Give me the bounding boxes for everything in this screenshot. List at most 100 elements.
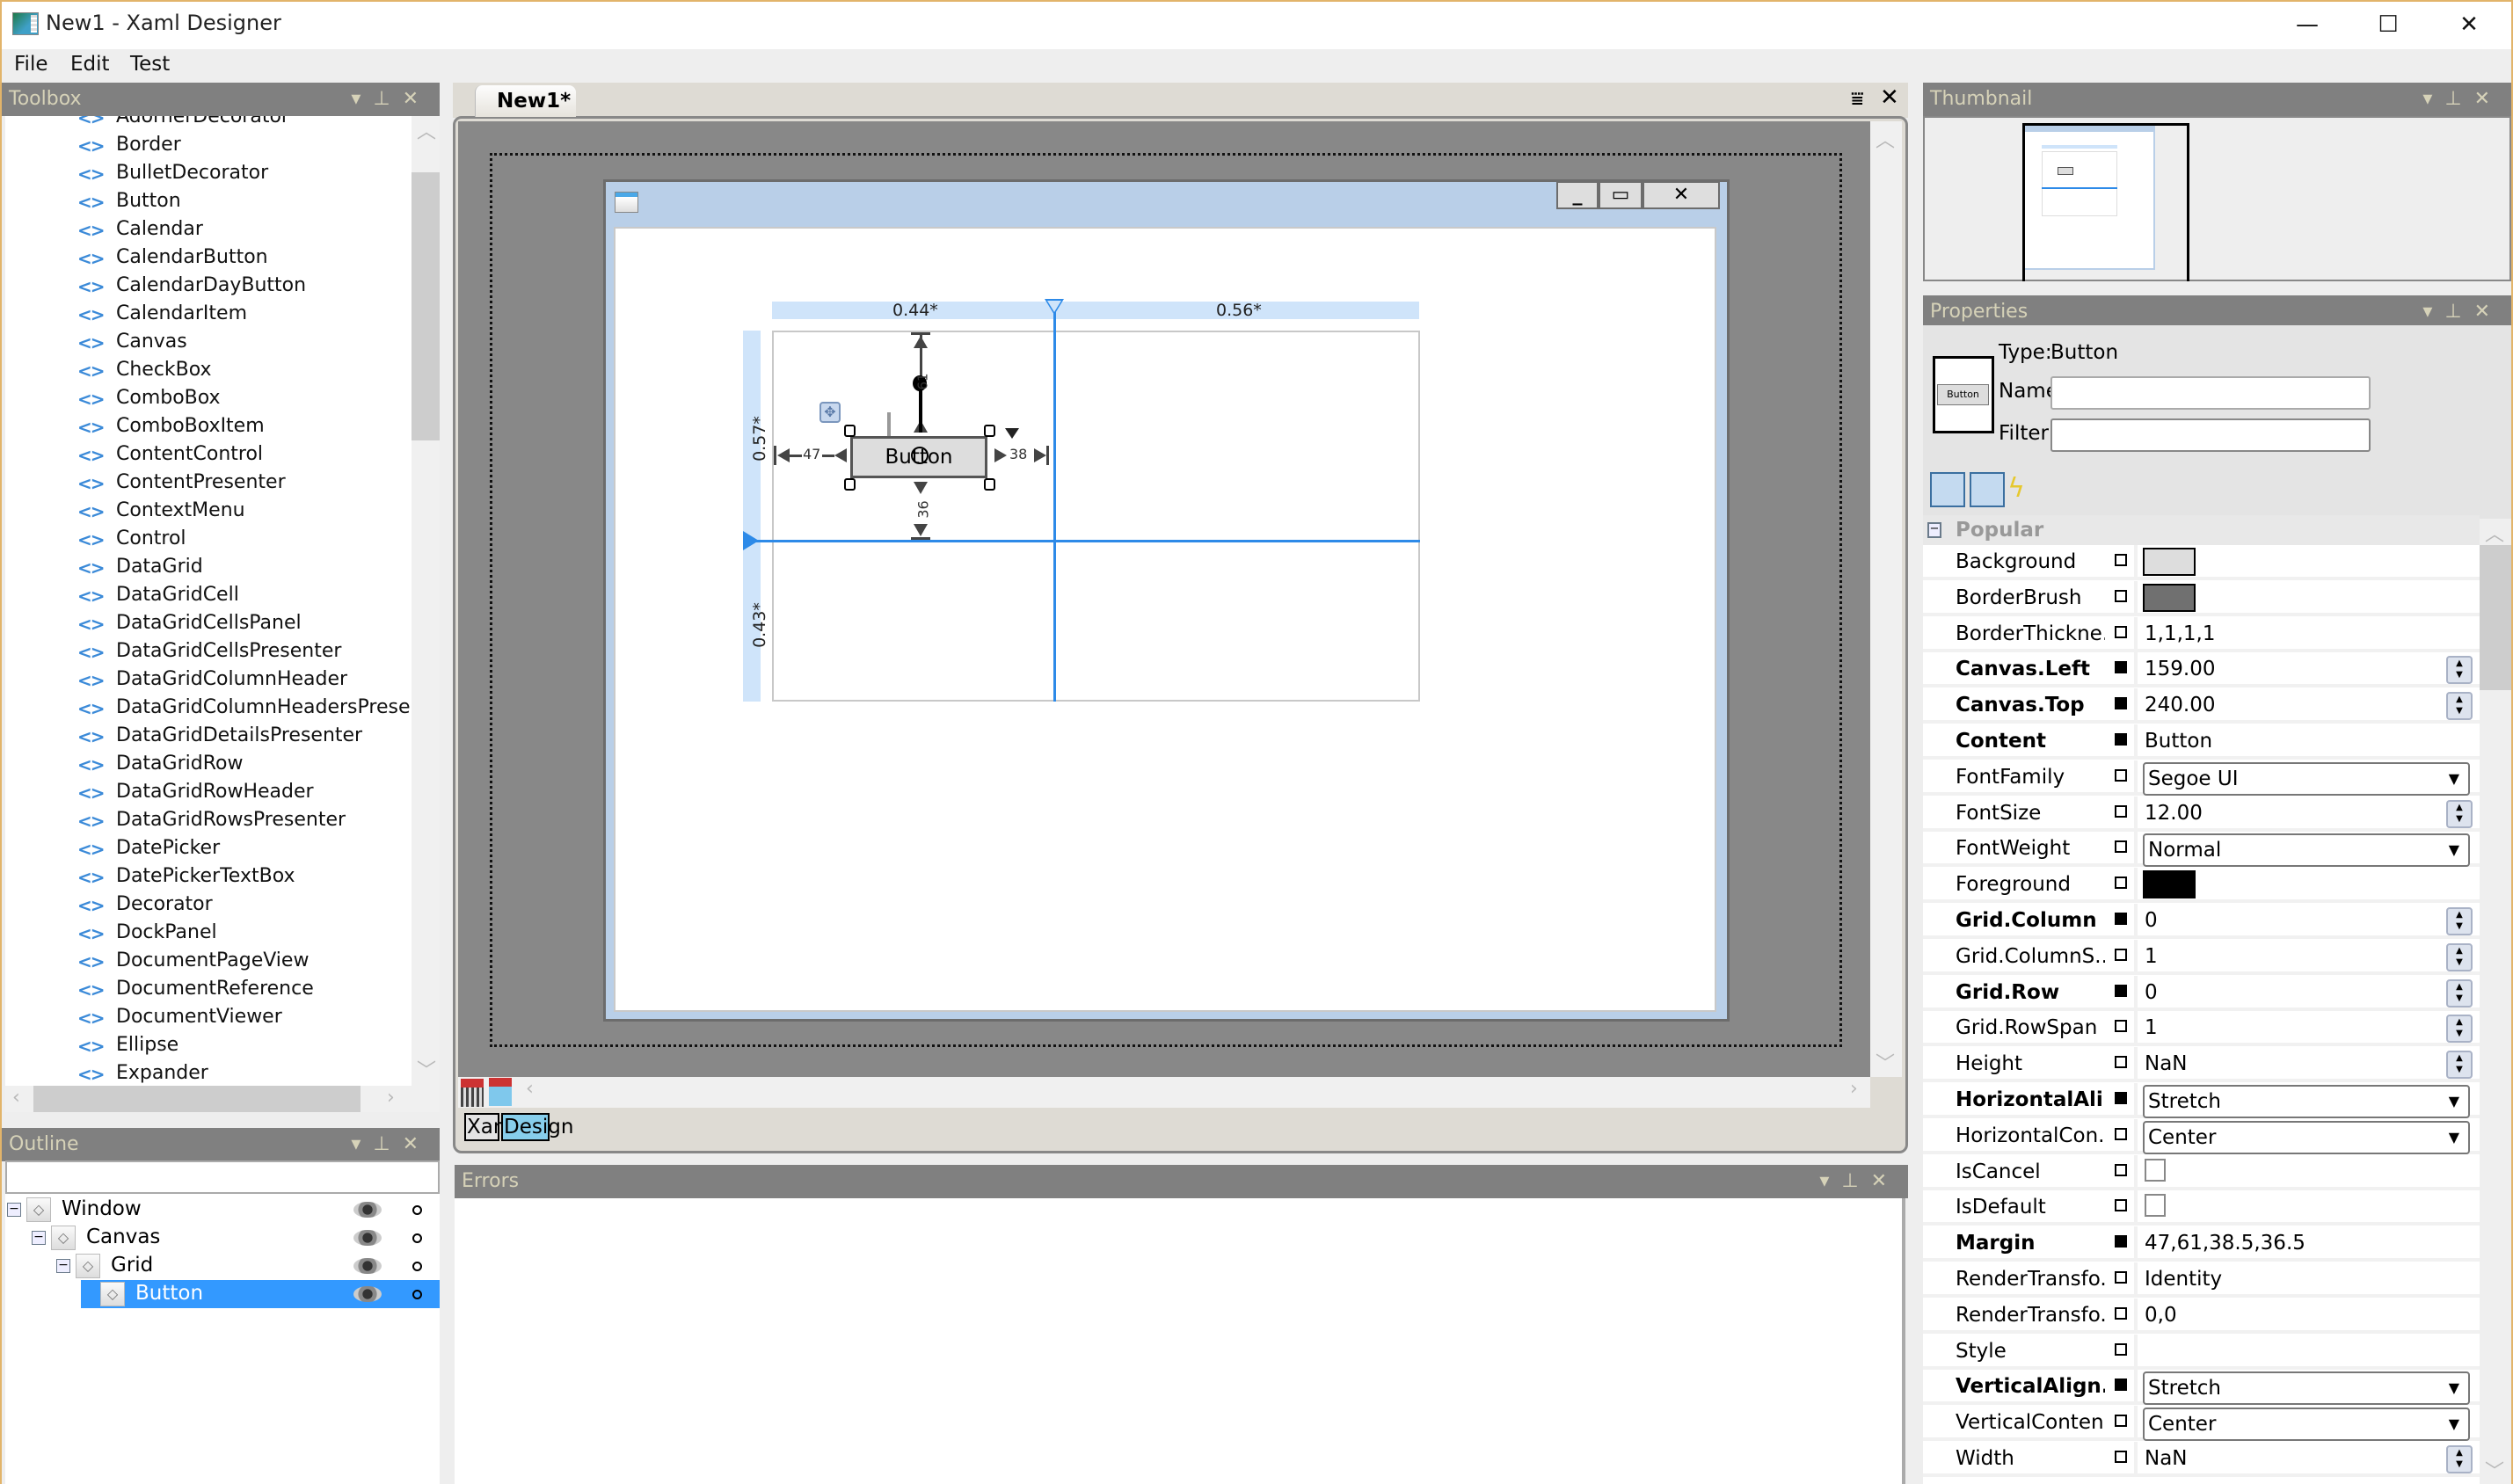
property-value[interactable]: NaN [2145,1052,2188,1075]
property-value[interactable]: 240.00 [2145,694,2215,717]
dropdown-icon[interactable]: ▾ [2422,88,2444,110]
context-menu-arrow-icon[interactable] [1005,428,1019,439]
spinner-icon[interactable]: ▲ ▼ [2446,656,2473,685]
property-marker-icon[interactable] [2115,1163,2127,1176]
designer-vscroll[interactable] [1870,121,1902,1077]
toolbox-vscroll-thumb[interactable] [412,172,440,440]
render-origin-icon[interactable] [911,447,929,464]
property-marker-icon[interactable] [2115,1271,2127,1284]
collapse-icon[interactable]: − [32,1231,46,1245]
property-marker-icon[interactable] [2115,840,2127,854]
property-value[interactable]: 47,61,38.5,36.5 [2145,1232,2305,1255]
property-marker-icon[interactable] [2115,1199,2127,1212]
filter-input[interactable] [2050,418,2371,452]
property-combo[interactable]: Segoe UI ▼ [2143,761,2470,796]
pin-icon[interactable]: ⊥ [2444,88,2473,110]
property-marker-icon[interactable] [2115,1342,2127,1356]
pin-icon[interactable]: ⊥ [373,1133,402,1155]
close-document-icon[interactable]: ✕ [1880,84,1899,111]
property-combo[interactable]: Stretch ▼ [2143,1371,2470,1406]
property-marker-icon[interactable] [2115,1415,2127,1428]
property-value[interactable]: Button [2145,730,2212,753]
tab-xaml[interactable]: Xaml [464,1113,519,1141]
property-checkbox[interactable] [2145,1158,2166,1182]
property-value[interactable]: NaN [2145,1447,2188,1470]
spinner-icon[interactable]: ▲ ▼ [2446,1051,2473,1080]
close-panel-icon[interactable]: ✕ [1871,1170,1899,1192]
property-value[interactable]: 0 [2145,909,2158,932]
spinner-icon[interactable]: ▲ ▼ [2446,1015,2473,1044]
outline-node[interactable]: − ◇ Window [5,1196,440,1224]
spinner-icon[interactable]: ▲ ▼ [2446,942,2473,971]
spinner-icon[interactable]: ▲ ▼ [2446,978,2473,1008]
property-marker-icon[interactable] [2115,697,2127,710]
property-value[interactable]: 0 [2145,981,2158,1004]
collapse-icon[interactable]: − [1927,522,1941,538]
property-marker-icon[interactable] [2115,1056,2127,1069]
property-value[interactable]: Identity [2145,1268,2222,1291]
properties-vscroll-thumb[interactable] [2480,545,2513,690]
scroll-right-icon[interactable]: › [387,1087,395,1109]
toolbox-hscroll-thumb[interactable] [33,1086,361,1112]
events-icon[interactable]: ϟ [2003,473,2029,506]
collapse-icon[interactable]: − [7,1203,21,1217]
scroll-up-icon[interactable]: ︿ [1876,125,1895,153]
close-button[interactable]: ✕ [2429,0,2509,49]
lock-dot-icon[interactable] [412,1233,422,1243]
color-swatch[interactable] [2143,870,2196,899]
property-marker-icon[interactable] [2115,1451,2127,1463]
property-marker-icon[interactable] [2115,913,2127,925]
property-marker-icon[interactable] [2115,661,2127,674]
property-marker-icon[interactable] [2115,804,2127,818]
menu-edit[interactable]: Edit [70,53,110,76]
property-value[interactable]: 12.00 [2145,802,2203,825]
property-value[interactable]: 0,0 [2145,1304,2177,1327]
visibility-eye-icon[interactable] [353,1286,382,1302]
row-splitter-handle-icon[interactable] [743,531,759,550]
maximize-button[interactable]: ☐ [2348,0,2429,49]
outline-node[interactable]: − ◇ Canvas [5,1224,440,1252]
property-value[interactable]: 159.00 [2145,658,2215,680]
outline-node[interactable]: − ◇ Grid [5,1252,440,1280]
color-swatch[interactable] [2143,583,2196,612]
thumbnail-viewport[interactable] [2022,123,2189,281]
dropdown-icon[interactable]: ▾ [1819,1170,1841,1192]
property-marker-icon[interactable] [2115,1092,2127,1104]
spinner-icon[interactable]: ▲ ▼ [2446,1445,2473,1473]
scroll-down-icon[interactable]: ﹀ [1876,1048,1895,1076]
property-marker-icon[interactable] [2115,768,2127,782]
name-input[interactable] [2050,376,2371,410]
property-combo[interactable]: Stretch ▼ [2143,1085,2470,1118]
snap-to-lines-icon[interactable] [489,1078,512,1106]
outline-search-input[interactable] [5,1160,440,1194]
menu-file[interactable]: File [14,53,48,76]
lock-dot-icon[interactable] [412,1290,422,1299]
outline-node[interactable]: ◇ Button [5,1280,440,1308]
lock-dot-icon[interactable] [412,1205,422,1215]
resize-handle-sw[interactable] [844,478,856,491]
pin-icon[interactable]: ⊥ [2444,301,2473,323]
property-checkbox[interactable] [2145,1194,2166,1218]
close-panel-icon[interactable]: ✕ [2474,88,2502,110]
dropdown-icon[interactable]: ▾ [2422,301,2444,323]
move-handle-icon[interactable]: ✥ [819,402,841,423]
property-combo[interactable]: Center ▼ [2143,1120,2470,1154]
pin-icon[interactable]: ⊥ [373,88,402,110]
property-combo[interactable]: Normal ▼ [2143,833,2470,868]
property-marker-icon[interactable] [2115,1127,2127,1140]
visibility-eye-icon[interactable] [353,1230,382,1246]
visibility-eye-icon[interactable] [353,1202,382,1218]
thumbnail-view[interactable] [1923,116,2511,281]
grid-element[interactable] [772,331,1420,702]
tab-design[interactable]: Design [501,1113,573,1141]
snap-to-grid-icon[interactable] [461,1079,484,1107]
property-value[interactable]: 1,1,1,1 [2145,622,2215,645]
scroll-down-icon[interactable]: ﹀ [417,1055,436,1083]
spinner-icon[interactable]: ▲ ▼ [2446,692,2473,721]
scroll-down-icon[interactable]: ﹀ [2485,1456,2504,1484]
collapse-icon[interactable]: − [56,1259,70,1273]
visibility-eye-icon[interactable] [353,1258,382,1274]
dropdown-icon[interactable]: ▾ [351,1133,373,1155]
property-marker-icon[interactable] [2115,984,2127,997]
resize-handle-ne[interactable] [984,425,995,437]
